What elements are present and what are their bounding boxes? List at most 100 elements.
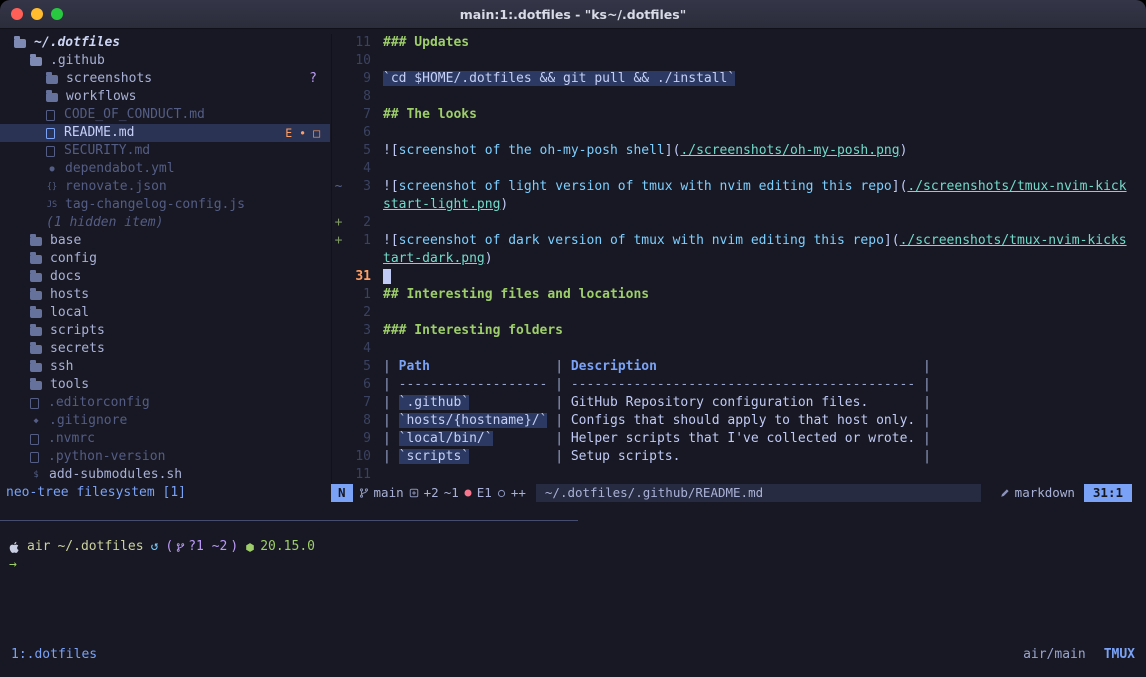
editor-line[interactable]: 11### Updates	[332, 34, 1146, 52]
editor-line[interactable]: +2	[332, 214, 1146, 232]
folder-icon	[30, 255, 42, 264]
editor-line-table-divider[interactable]: 6| ------------------- | ---------------…	[332, 376, 1146, 394]
gitsign-changed: ~	[332, 178, 345, 196]
tree-item-github[interactable]: .github	[0, 52, 330, 70]
tmux-window-item[interactable]: 1:.dotfiles	[11, 646, 97, 664]
json-file-icon: {}	[46, 178, 58, 196]
diff-changed-count: ~1	[444, 484, 459, 502]
hidden-items-note: (1 hidden item)	[46, 214, 163, 232]
git-untracked-badge: ?	[309, 70, 317, 88]
editor-line[interactable]: 10	[332, 52, 1146, 70]
tree-item-label: CODE_OF_CONDUCT.md	[64, 106, 205, 124]
filetype-group: markdown	[991, 484, 1084, 502]
zoom-button[interactable]	[51, 8, 63, 20]
tree-item-renovate[interactable]: {} renovate.json	[0, 178, 330, 196]
folder-icon	[30, 291, 42, 300]
prompt-cwd: ~/.dotfiles	[57, 538, 143, 556]
editor-line[interactable]: 9`cd $HOME/.dotfiles && git pull && ./in…	[332, 70, 1146, 88]
prompt-arrow: →	[9, 557, 17, 572]
tree-item-security[interactable]: SECURITY.md	[0, 142, 330, 160]
editor-line[interactable]: 8	[332, 88, 1146, 106]
tree-item-workflows[interactable]: workflows	[0, 88, 330, 106]
tree-item-tools[interactable]: tools	[0, 376, 330, 394]
editor-line[interactable]: 4	[332, 340, 1146, 358]
error-marker: E	[285, 124, 292, 142]
tree-item-hosts[interactable]: hosts	[0, 286, 330, 304]
editor-line-table-row[interactable]: 10| `scripts` | Setup scripts. |	[332, 448, 1146, 466]
tree-item-label: .nvmrc	[48, 430, 95, 448]
modified-indicator-icon	[497, 489, 506, 498]
git-branch-group: main +2 ~1 E1 ++	[353, 484, 532, 502]
tree-item-readme-selected[interactable]: README.md E • □	[0, 124, 330, 142]
tree-item-secrets[interactable]: secrets	[0, 340, 330, 358]
tree-item-label: secrets	[50, 340, 105, 358]
tmux-pane-border[interactable]	[0, 520, 578, 521]
diagnostic-markers: E • □	[285, 124, 320, 142]
shell-file-icon: $	[30, 466, 42, 484]
markdown-file-icon	[46, 128, 55, 139]
tree-item-local[interactable]: local	[0, 304, 330, 322]
editor-line[interactable]: 5![screenshot of the oh-my-posh shell](.…	[332, 142, 1146, 160]
file-icon	[30, 398, 39, 409]
minimize-button[interactable]	[31, 8, 43, 20]
editor-line-table-row[interactable]: 8| `hosts/{hostname}/` | Configs that sh…	[332, 412, 1146, 430]
editor-line-table-header[interactable]: 5| Path | Description |	[332, 358, 1146, 376]
window-title: main:1:.dotfiles - "ks~/.dotfiles"	[460, 7, 687, 22]
tree-item-config[interactable]: config	[0, 250, 330, 268]
tree-item-gitignore[interactable]: ◆ .gitignore	[0, 412, 330, 430]
editor-line[interactable]: 4	[332, 160, 1146, 178]
editor-line[interactable]: 7## The looks	[332, 106, 1146, 124]
editor-line[interactable]: 2	[332, 304, 1146, 322]
close-button[interactable]	[11, 8, 23, 20]
tree-item-nvmrc[interactable]: .nvmrc	[0, 430, 330, 448]
editor-line[interactable]: +1![screenshot of dark version of tmux w…	[332, 232, 1146, 250]
file-icon	[46, 110, 55, 121]
sync-icon: ↺	[151, 538, 159, 556]
tree-item-hidden-count[interactable]: (1 hidden item)	[0, 214, 330, 232]
tree-item-label: hosts	[50, 286, 89, 304]
git-status-open-paren: (	[165, 538, 173, 556]
tree-item-dependabot[interactable]: ● dependabot.yml	[0, 160, 330, 178]
folder-icon	[30, 327, 42, 336]
editor-line[interactable]: 6	[332, 124, 1146, 142]
editor-line-table-row[interactable]: 9| `local/bin/` | Helper scripts that I'…	[332, 430, 1146, 448]
editor-line-current[interactable]: 31	[332, 268, 1146, 286]
git-branch-icon	[176, 542, 185, 553]
tree-item-tag-changelog[interactable]: JS tag-changelog-config.js	[0, 196, 330, 214]
tree-item-root[interactable]: ~/.dotfiles	[0, 34, 330, 52]
tree-item-ssh[interactable]: ssh	[0, 358, 330, 376]
tree-item-editorconfig[interactable]: .editorconfig	[0, 394, 330, 412]
tree-item-base[interactable]: base	[0, 232, 330, 250]
git-branch-icon	[359, 487, 369, 499]
editor-line-wrap[interactable]: start-light.png)	[332, 196, 1146, 214]
editor-line-wrap[interactable]: tart-dark.png)	[332, 250, 1146, 268]
editor-line[interactable]: ~3![screenshot of light version of tmux …	[332, 178, 1146, 196]
prompt-hostname: air	[27, 538, 50, 556]
node-hexagon-icon	[245, 542, 255, 553]
shell-input-line[interactable]: →	[9, 556, 17, 574]
current-line-number: 31	[345, 268, 371, 286]
tree-item-screenshots[interactable]: screenshots ?	[0, 70, 330, 88]
editor-line[interactable]: 11	[332, 466, 1146, 484]
neotree-sidebar: ~/.dotfiles .github screenshots ? workfl…	[0, 34, 330, 502]
folder-icon	[46, 93, 58, 102]
tree-item-add-submodules[interactable]: $ add-submodules.sh	[0, 466, 330, 484]
tree-item-python-version[interactable]: .python-version	[0, 448, 330, 466]
tree-item-label: dependabot.yml	[65, 160, 175, 178]
modified-marker: •	[299, 124, 306, 142]
unstaged-marker: □	[313, 124, 320, 142]
folder-open-icon	[14, 39, 26, 48]
tmux-right-status: air/main TMUX	[1023, 646, 1135, 664]
shell-prompt: air ~/.dotfiles ↺ ( ?1 ~2 ) 20.15.0	[9, 538, 315, 556]
editor-line[interactable]: 3### Interesting folders	[332, 322, 1146, 340]
git-diff-icon	[409, 488, 419, 498]
diff-added-count: +2	[424, 484, 439, 502]
folder-icon	[46, 75, 58, 84]
tree-item-scripts[interactable]: scripts	[0, 322, 330, 340]
editor-line-table-row[interactable]: 7| `.github` | GitHub Repository configu…	[332, 394, 1146, 412]
tree-item-docs[interactable]: docs	[0, 268, 330, 286]
editor-line[interactable]: 1## Interesting files and locations	[332, 286, 1146, 304]
tree-item-code-of-conduct[interactable]: CODE_OF_CONDUCT.md	[0, 106, 330, 124]
tree-item-label: base	[50, 232, 81, 250]
editor-pane: 11### Updates 10 9`cd $HOME/.dotfiles &&…	[331, 34, 1146, 484]
